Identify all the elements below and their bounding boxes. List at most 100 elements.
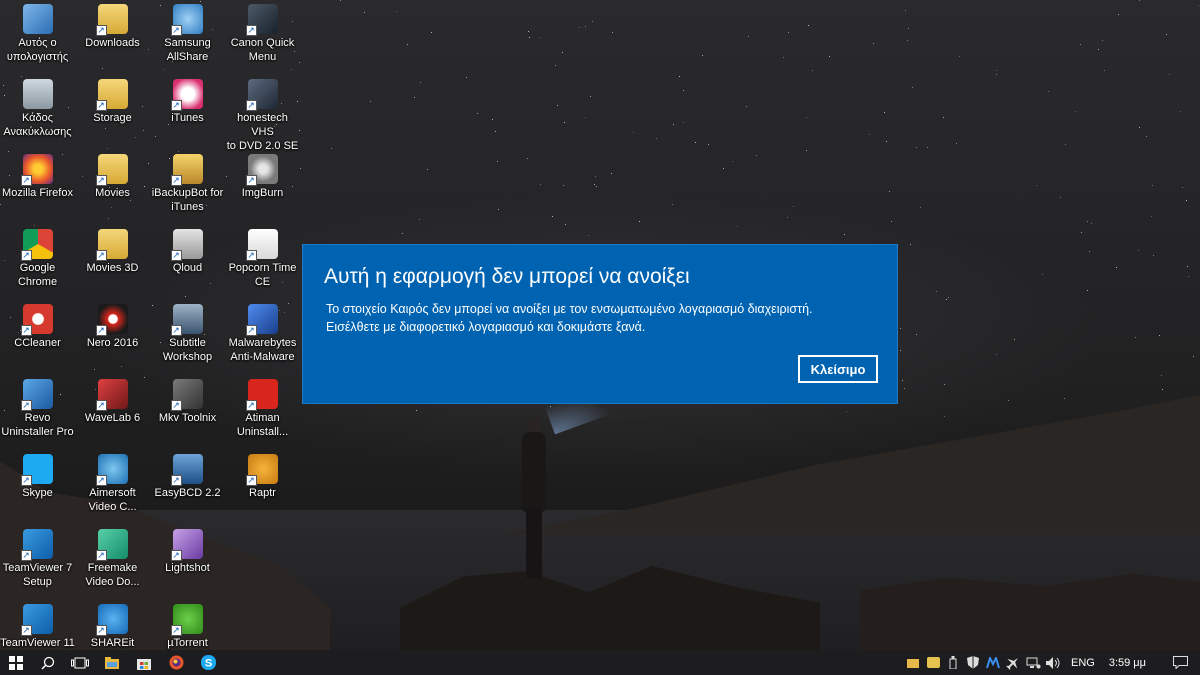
desktop-shortcut[interactable]: ↗ EasyBCD 2.2	[150, 450, 225, 525]
desktop-shortcut[interactable]: ↗ Samsung AllShare	[150, 0, 225, 75]
desktop-shortcut[interactable]: ↗ Malwarebytes Anti-Malware	[225, 300, 300, 375]
star	[495, 131, 496, 132]
star	[900, 350, 901, 351]
shield-icon[interactable]	[963, 650, 983, 675]
desktop-shortcut-label: Skype	[22, 487, 53, 499]
desktop-shortcut-label: ImgBurn	[241, 187, 284, 199]
star	[1048, 91, 1049, 92]
shortcut-arrow-icon: ↗	[95, 325, 107, 336]
desktop-shortcut[interactable]: ↗ TeamViewer 7 Setup	[0, 525, 75, 600]
folder-tray-icon[interactable]	[903, 650, 923, 675]
desktop-shortcut[interactable]: ↗ Subtitle Workshop	[150, 300, 225, 375]
desktop-shortcut[interactable]: Αυτός ο υπολογιστής	[0, 0, 75, 75]
star	[737, 226, 738, 227]
star	[891, 221, 892, 222]
error-dialog: Αυτή η εφαρμογή δεν μπορεί να ανοίξει Το…	[302, 244, 898, 404]
language-indicator[interactable]: ENG	[1063, 657, 1103, 669]
star	[1187, 266, 1188, 267]
star	[431, 32, 432, 33]
airplane-icon[interactable]	[1003, 650, 1023, 675]
malwarebytes-icon: ↗	[245, 304, 278, 336]
star	[916, 334, 917, 335]
desktop-shortcut[interactable]: ↗ Lightshot	[150, 525, 225, 600]
desktop-shortcut[interactable]: ↗ WaveLab 6	[75, 375, 150, 450]
desktop-shortcut[interactable]: ↗ ImgBurn	[225, 150, 300, 225]
star	[869, 134, 870, 135]
easybcd-icon: ↗	[170, 454, 203, 486]
svg-text:S: S	[204, 658, 211, 670]
desktop-shortcut-label: µTorrent	[167, 637, 208, 649]
desktop-shortcut-label: Κάδος Ανακύκλωσης	[3, 112, 72, 138]
desktop-shortcut-label: Storage	[93, 112, 132, 124]
star	[1169, 74, 1170, 75]
skype-icon[interactable]: S	[192, 650, 224, 675]
shortcut-arrow-icon: ↗	[170, 325, 182, 336]
star	[996, 74, 997, 75]
star	[1104, 70, 1105, 71]
close-button[interactable]: Κλείσιμο	[798, 355, 878, 383]
star	[806, 150, 807, 151]
desktop-shortcut[interactable]: ↗ iBackupBot for iTunes	[150, 150, 225, 225]
desktop-shortcut[interactable]: ↗ Popcorn Time CE	[225, 225, 300, 300]
start-icon[interactable]	[0, 650, 32, 675]
network-icon[interactable]	[1023, 650, 1043, 675]
system-tray: ENG 3:59 μμ	[903, 650, 1200, 675]
shortcut-arrow-icon: ↗	[245, 175, 257, 186]
volume-icon[interactable]	[1043, 650, 1063, 675]
star	[889, 191, 890, 192]
desktop-shortcut[interactable]: ↗ Qloud	[150, 225, 225, 300]
star	[1065, 144, 1066, 145]
desktop-shortcut[interactable]: ↗ Storage	[75, 75, 150, 150]
desktop-shortcut[interactable]: ↗ CCleaner	[0, 300, 75, 375]
desktop-shortcut[interactable]: ↗ Mozilla Firefox	[0, 150, 75, 225]
star	[1153, 255, 1154, 256]
onedrive-icon[interactable]	[923, 650, 943, 675]
search-icon[interactable]	[32, 650, 64, 675]
desktop-shortcut[interactable]: ↗ Skype	[0, 450, 75, 525]
star	[946, 299, 947, 300]
desktop-shortcut[interactable]: ↗ Mkv Toolnix	[150, 375, 225, 450]
store-icon[interactable]	[128, 650, 160, 675]
desktop-shortcut[interactable]: ↗ honestech VHS to DVD 2.0 SE	[225, 75, 300, 152]
desktop-shortcut[interactable]: ↗ iTunes	[150, 75, 225, 150]
star	[672, 204, 673, 205]
star	[466, 77, 467, 78]
mkvtoolnix-icon: ↗	[170, 379, 203, 411]
star	[498, 209, 499, 210]
wavelab-icon: ↗	[95, 379, 128, 411]
malwarebytes-tray-icon[interactable]	[983, 650, 1003, 675]
task-view-icon[interactable]	[64, 650, 96, 675]
action-center-icon[interactable]	[1160, 650, 1200, 675]
shortcut-arrow-icon: ↗	[170, 100, 182, 111]
desktop-shortcut[interactable]: ↗ Google Chrome	[0, 225, 75, 300]
file-explorer-icon[interactable]	[96, 650, 128, 675]
desktop-shortcut-label: CCleaner	[14, 337, 61, 349]
desktop-shortcut[interactable]: ↗ Movies 3D	[75, 225, 150, 300]
star	[679, 76, 680, 77]
shortcut-arrow-icon: ↗	[170, 25, 182, 36]
desktop-shortcut[interactable]: ↗ Atiman Uninstall...	[225, 375, 300, 450]
shortcut-arrow-icon: ↗	[170, 550, 182, 561]
shortcut-arrow-icon: ↗	[170, 400, 182, 411]
star	[902, 380, 903, 381]
desktop-shortcut[interactable]: ↗ Freemake Video Do...	[75, 525, 150, 600]
star	[331, 148, 332, 149]
canon-quick-menu-icon: ↗	[245, 4, 278, 36]
desktop-shortcut[interactable]: Κάδος Ανακύκλωσης	[0, 75, 75, 150]
usb-icon[interactable]	[943, 650, 963, 675]
shortcut-arrow-icon: ↗	[170, 175, 182, 186]
star	[370, 101, 371, 102]
desktop-shortcut[interactable]: ↗ Canon Quick Menu	[225, 0, 300, 75]
firefox-icon[interactable]	[160, 650, 192, 675]
star	[1193, 356, 1194, 357]
desktop-shortcut[interactable]: ↗ Raptr	[225, 450, 300, 525]
desktop-shortcut[interactable]: ↗ Movies	[75, 150, 150, 225]
honestech-icon: ↗	[245, 79, 278, 111]
desktop-shortcut[interactable]: ↗ Downloads	[75, 0, 150, 75]
desktop-shortcut[interactable]: ↗ Aimersoft Video C...	[75, 450, 150, 525]
desktop-shortcut[interactable]: ↗ Nero 2016	[75, 300, 150, 375]
star	[585, 117, 586, 118]
desktop-shortcut[interactable]: ↗ Revo Uninstaller Pro	[0, 375, 75, 450]
desktop-shortcut-label: Atiman Uninstall...	[236, 412, 289, 438]
clock[interactable]: 3:59 μμ	[1103, 657, 1160, 669]
